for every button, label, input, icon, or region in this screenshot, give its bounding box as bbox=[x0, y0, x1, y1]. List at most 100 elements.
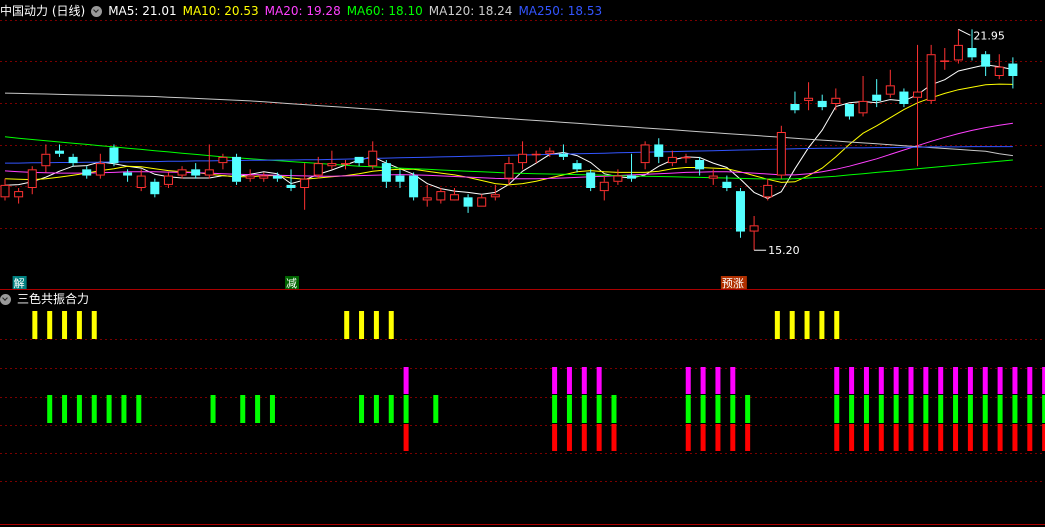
candle[interactable] bbox=[844, 104, 854, 120]
signal-marker: 预涨 bbox=[720, 276, 747, 290]
candle[interactable] bbox=[54, 144, 64, 157]
resonance-bar-magenta bbox=[700, 367, 706, 394]
candle[interactable] bbox=[327, 150, 337, 170]
candle[interactable] bbox=[136, 169, 146, 192]
high-marker-line bbox=[958, 28, 971, 36]
signal-marker: 减 bbox=[285, 276, 300, 290]
candle[interactable] bbox=[994, 54, 1004, 80]
candle[interactable] bbox=[218, 153, 228, 170]
resonance-bar-magenta bbox=[552, 367, 558, 394]
candle[interactable] bbox=[640, 141, 650, 170]
candle[interactable] bbox=[831, 88, 841, 111]
resonance-bar-magenta bbox=[967, 367, 973, 394]
candle[interactable] bbox=[790, 91, 800, 114]
candle[interactable] bbox=[82, 166, 92, 179]
resonance-bar-red bbox=[967, 424, 973, 451]
candle[interactable] bbox=[0, 178, 10, 201]
candle[interactable] bbox=[953, 29, 963, 64]
candle[interactable] bbox=[613, 169, 623, 185]
candle[interactable] bbox=[191, 163, 201, 179]
candle[interactable] bbox=[558, 144, 568, 160]
candle[interactable] bbox=[572, 160, 582, 173]
resonance-bar-green bbox=[1027, 395, 1033, 423]
resonance-bar-magenta bbox=[403, 367, 409, 394]
candle[interactable] bbox=[409, 172, 419, 201]
candle[interactable] bbox=[504, 156, 514, 185]
ma60-label: MA60: 18.10 bbox=[346, 4, 423, 18]
candle[interactable] bbox=[95, 153, 105, 179]
resonance-bar-green bbox=[106, 395, 112, 423]
candle[interactable] bbox=[654, 138, 664, 164]
low-price-label: 15.20 bbox=[768, 244, 800, 257]
candle[interactable] bbox=[422, 184, 432, 207]
candle[interactable] bbox=[300, 163, 310, 210]
resonance-bar-red bbox=[1027, 424, 1033, 451]
candle[interactable] bbox=[27, 166, 37, 195]
candle[interactable] bbox=[599, 175, 609, 201]
candle[interactable] bbox=[749, 216, 759, 251]
resonance-bar-green bbox=[566, 395, 572, 423]
candle[interactable] bbox=[776, 125, 786, 179]
sub-panel-title[interactable]: 三色共振合力 bbox=[17, 292, 89, 306]
candle[interactable] bbox=[286, 169, 296, 192]
resonance-bar-red bbox=[863, 424, 869, 451]
candle[interactable] bbox=[245, 169, 255, 182]
resonance-bar-magenta bbox=[596, 367, 602, 394]
candle[interactable] bbox=[395, 169, 405, 188]
candle[interactable] bbox=[150, 178, 160, 198]
candle[interactable] bbox=[899, 88, 909, 108]
candle[interactable] bbox=[858, 76, 868, 117]
candlesticks[interactable] bbox=[0, 29, 1018, 251]
sub-indicator-menu-icon[interactable] bbox=[0, 294, 11, 305]
candle[interactable] bbox=[163, 172, 173, 188]
resonance-bar-yellow bbox=[388, 311, 394, 339]
candle[interactable] bbox=[735, 188, 745, 238]
resonance-bar-green bbox=[433, 395, 439, 423]
candle[interactable] bbox=[586, 169, 596, 192]
resonance-bar-green bbox=[982, 395, 988, 423]
candle[interactable] bbox=[913, 44, 923, 167]
candle[interactable] bbox=[259, 172, 269, 182]
ma10-label: MA10: 20.53 bbox=[182, 4, 259, 18]
candle[interactable] bbox=[926, 44, 936, 104]
candle[interactable] bbox=[109, 144, 119, 167]
candle[interactable] bbox=[436, 188, 446, 204]
candle[interactable] bbox=[232, 153, 242, 185]
resonance-bar-red bbox=[1012, 424, 1018, 451]
candle[interactable] bbox=[681, 153, 691, 164]
candle[interactable] bbox=[272, 172, 282, 182]
stock-chart[interactable]: 21.95 15.20 解 减 预涨 bbox=[0, 0, 1045, 527]
candle[interactable] bbox=[667, 150, 677, 167]
candle[interactable] bbox=[695, 156, 705, 176]
resonance-bar-yellow bbox=[76, 311, 82, 339]
resonance-bar-yellow bbox=[819, 311, 825, 339]
indicator-menu-icon[interactable] bbox=[91, 6, 103, 17]
candle[interactable] bbox=[204, 144, 214, 179]
candle[interactable] bbox=[627, 153, 637, 182]
candle[interactable] bbox=[354, 156, 364, 167]
resonance-bar-yellow bbox=[47, 311, 53, 339]
candle[interactable] bbox=[381, 160, 391, 188]
resonance-bar-yellow bbox=[373, 311, 379, 339]
candle[interactable] bbox=[940, 48, 950, 70]
resonance-bar-green bbox=[938, 395, 944, 423]
candle[interactable] bbox=[463, 194, 473, 213]
resonance-bar-green bbox=[240, 395, 246, 423]
resonance-bar-magenta bbox=[730, 367, 736, 394]
candle[interactable] bbox=[981, 51, 991, 76]
candle[interactable] bbox=[545, 147, 555, 157]
stock-title[interactable]: 中国动力 (日线) bbox=[0, 4, 85, 18]
resonance-bar-red bbox=[953, 424, 959, 451]
candle[interactable] bbox=[14, 188, 24, 204]
candle[interactable] bbox=[123, 169, 133, 182]
candle[interactable] bbox=[41, 144, 51, 173]
candle[interactable] bbox=[449, 188, 459, 201]
candle[interactable] bbox=[68, 153, 78, 167]
candle[interactable] bbox=[885, 69, 895, 98]
resonance-bar-magenta bbox=[878, 367, 884, 394]
candle[interactable] bbox=[763, 178, 773, 201]
candle[interactable] bbox=[804, 82, 814, 111]
candle[interactable] bbox=[817, 94, 827, 111]
candle[interactable] bbox=[477, 194, 487, 207]
candle[interactable] bbox=[177, 166, 187, 179]
